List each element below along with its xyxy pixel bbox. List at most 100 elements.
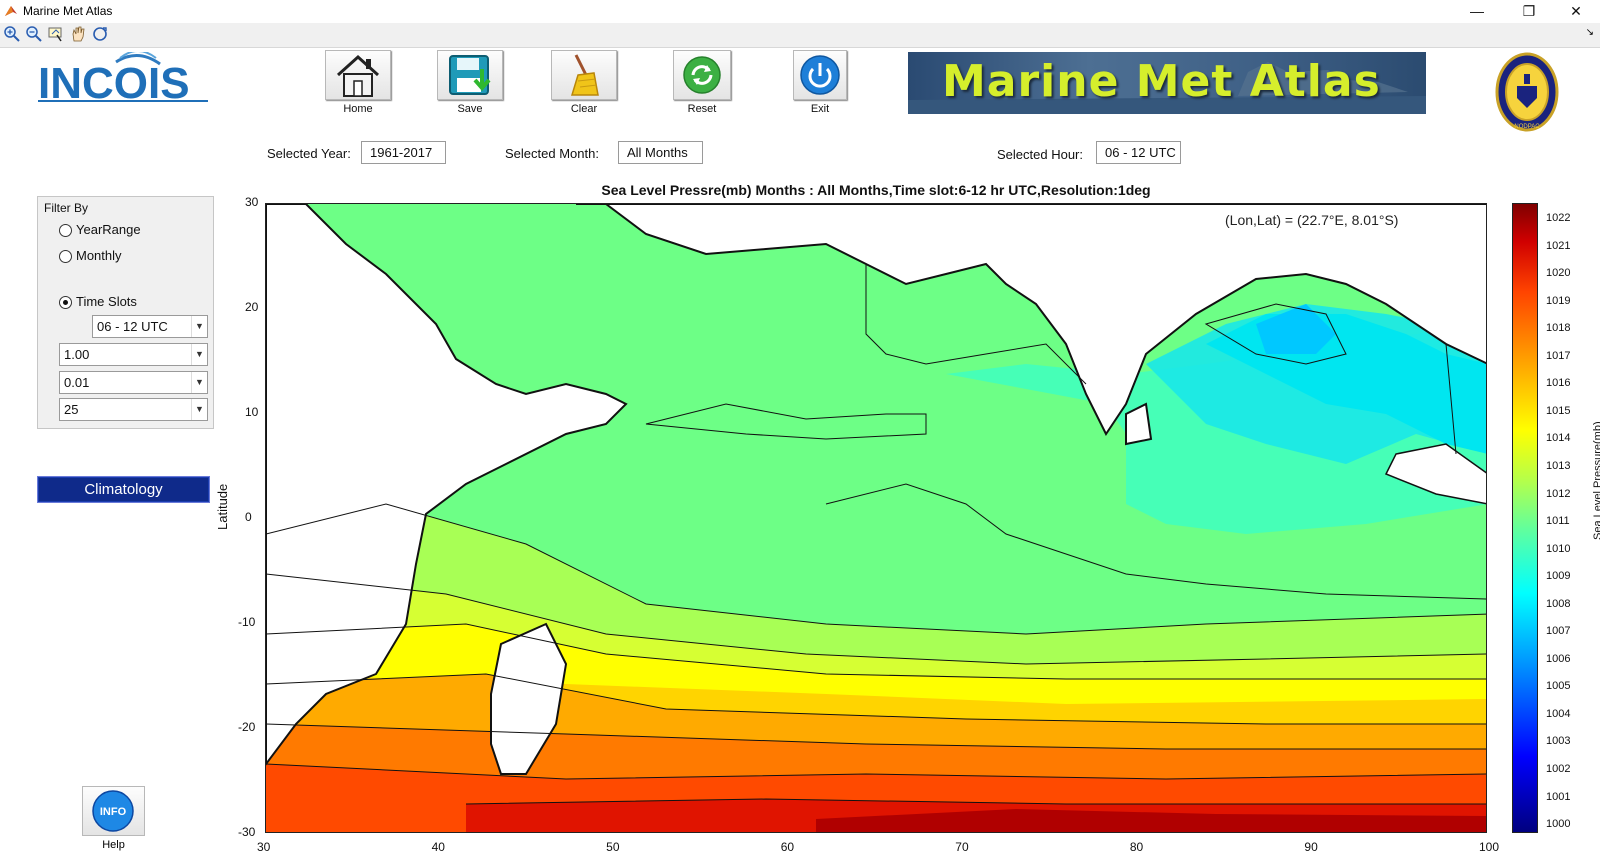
minimize-button[interactable]: — [1454, 0, 1500, 23]
info-icon-text: INFO [100, 806, 127, 818]
climatology-button[interactable]: Climatology [37, 476, 210, 503]
colorbar-tick-label: 1010 [1546, 542, 1571, 555]
colorbar-tick-label: 1022 [1546, 212, 1571, 224]
filter-panel: Filter By YearRange Monthly Time Slots 0… [37, 196, 214, 429]
colorbar-tick-label: 1011 [1546, 515, 1570, 528]
x-tick-label: 30 [257, 840, 271, 854]
colorbar-tick-label: 1021 [1546, 239, 1571, 252]
x-tick-label: 60 [780, 840, 795, 854]
time-slot-dropdown[interactable]: 06 - 12 UTC ▼ [92, 315, 208, 338]
exit-label: Exit [810, 103, 830, 115]
y-tick-label: 20 [245, 300, 259, 314]
y-axis-label: Latitude [215, 483, 230, 530]
save-label: Save [457, 103, 483, 115]
window-title: Marine Met Atlas [23, 4, 113, 18]
colorbar-tick-label: 1012 [1546, 487, 1571, 500]
radio-time-slots-dot[interactable] [59, 296, 72, 309]
close-button[interactable]: ✕ [1553, 0, 1599, 23]
chevron-down-icon[interactable]: ▼ [191, 316, 207, 337]
y-tick-label: 0 [245, 510, 252, 524]
x-tick-label: 90 [1304, 840, 1318, 854]
home-button[interactable]: Home [325, 50, 391, 115]
maximize-button[interactable]: ❐ [1506, 0, 1552, 23]
refresh-icon [683, 56, 721, 94]
pressure-contour-map [266, 204, 1486, 832]
x-tick-label: 50 [606, 840, 620, 854]
selected-year-field: 1961-2017 [361, 141, 446, 164]
save-button[interactable]: Save [437, 50, 503, 115]
chevron-down-icon[interactable]: ▼ [191, 372, 207, 393]
colorbar-tick-label: 1006 [1546, 652, 1571, 665]
help-label: Help [102, 839, 125, 851]
radio-monthly-label: Monthly [76, 248, 122, 263]
colorbar-label: Sea Level Pressure(mb) [1592, 421, 1600, 540]
clear-label: Clear [570, 103, 598, 115]
window-titlebar: Marine Met Atlas — ❐ ✕ [0, 0, 1600, 23]
selected-hour-label: Selected Hour: [997, 147, 1083, 162]
incois-logo-text: INCOIS [38, 59, 190, 104]
param-dropdown-2[interactable]: 0.01 ▼ [59, 371, 208, 394]
emblem-text: NODPAC [1514, 124, 1540, 130]
colorbar-tick-label: 1015 [1546, 404, 1571, 417]
selected-hour-field: 06 - 12 UTC [1096, 141, 1181, 164]
y-tick-label: 10 [245, 405, 259, 419]
colorbar-tick-label: 1016 [1546, 377, 1571, 390]
colorbar-tick-label: 1013 [1546, 459, 1571, 472]
info-icon: INFO [92, 790, 134, 832]
help-button[interactable]: INFO Help [82, 786, 145, 851]
radio-year-range-dot[interactable] [59, 224, 72, 237]
radio-year-range-label: YearRange [76, 222, 141, 237]
selected-year-label: Selected Year: [267, 146, 351, 161]
pressure-colorbar [1512, 203, 1538, 833]
radio-monthly-dot[interactable] [59, 250, 72, 263]
colorbar-tick-label: 1019 [1546, 294, 1571, 307]
colorbar-tick-label: 1009 [1546, 570, 1571, 583]
radio-time-slots-label: Time Slots [76, 294, 137, 309]
time-slot-dropdown-value: 06 - 12 UTC [97, 319, 168, 334]
data-cursor-icon[interactable] [47, 25, 65, 43]
param-dropdown-1-value: 1.00 [64, 347, 90, 362]
marine-met-atlas-banner: Marine Met Atlas [908, 52, 1426, 114]
banner-title: Marine Met Atlas [942, 56, 1381, 107]
colorbar-tick-label: 1018 [1546, 322, 1571, 335]
home-label: Home [343, 103, 373, 115]
colorbar-tick-label: 1001 [1546, 790, 1571, 803]
y-tick-label: -10 [238, 615, 256, 629]
param-dropdown-2-value: 0.01 [64, 375, 90, 390]
param-dropdown-3-value: 25 [64, 402, 79, 417]
colorbar-tick-label: 1008 [1546, 597, 1571, 610]
x-tick-label: 70 [955, 840, 969, 854]
x-tick-label: 80 [1129, 840, 1144, 854]
colorbar-tick-label: 1002 [1546, 763, 1571, 775]
matlab-app-icon [5, 6, 17, 16]
power-icon [800, 55, 840, 95]
colorbar-tick-label: 1020 [1546, 267, 1571, 280]
colorbar-tick-label: 1003 [1546, 735, 1571, 748]
toolbar-overflow-icon[interactable]: ↘ [1586, 27, 1594, 38]
pan-icon[interactable] [69, 25, 87, 43]
zoom-in-icon[interactable] [3, 25, 21, 43]
coordinate-readout: (Lon,Lat) = (22.7°E, 8.01°S) [1225, 212, 1399, 228]
param-dropdown-1[interactable]: 1.00 ▼ [59, 343, 208, 366]
selected-month-field: All Months [618, 141, 703, 164]
colorbar-tick-label: 1007 [1546, 625, 1571, 638]
colorbar-tick-label: 1017 [1546, 349, 1571, 362]
rotate-icon[interactable] [91, 25, 109, 43]
selected-month-label: Selected Month: [505, 146, 599, 161]
clear-button[interactable]: Clear [551, 50, 617, 115]
pressure-map[interactable]: (Lon,Lat) = (22.7°E, 8.01°S) [265, 203, 1487, 833]
reset-button[interactable]: Reset [673, 50, 731, 115]
incois-logo: INCOIS [38, 50, 208, 108]
param-dropdown-3[interactable]: 25 ▼ [59, 398, 208, 421]
chevron-down-icon[interactable]: ▼ [191, 399, 207, 420]
colorbar-tick-label: 1000 [1546, 818, 1571, 831]
y-tick-label: 30 [245, 195, 259, 209]
home-icon [336, 54, 380, 97]
x-tick-label: 40 [431, 840, 445, 854]
zoom-out-icon[interactable] [25, 25, 43, 43]
y-tick-label: -30 [238, 825, 256, 839]
colorbar-tick-label: 1005 [1546, 680, 1571, 693]
y-tick-label: -20 [238, 720, 256, 734]
exit-button[interactable]: Exit [793, 50, 847, 115]
chevron-down-icon[interactable]: ▼ [191, 344, 207, 365]
